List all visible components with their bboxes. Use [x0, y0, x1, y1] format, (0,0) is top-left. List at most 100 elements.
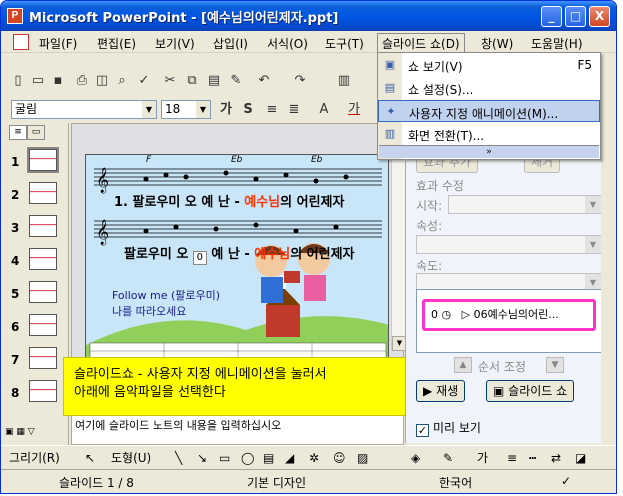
thumbnail-image[interactable]	[27, 147, 59, 173]
thumbnail-image[interactable]	[29, 347, 57, 369]
arrow-style-icon[interactable]: ⇄	[551, 450, 561, 467]
increase-font-icon[interactable]: A	[315, 101, 333, 119]
font-name-combo[interactable]: 굴림 ▼	[11, 100, 157, 119]
sorter-view-icon[interactable]: ▦	[16, 427, 25, 437]
thumbnail-image[interactable]	[29, 281, 57, 303]
slide-thumbnail[interactable]: 8	[1, 378, 67, 411]
menu-view[interactable]: 보기(V)	[151, 34, 199, 53]
slideshow-button[interactable]: ▣ 슬라이드 쇼	[486, 380, 575, 402]
title-bar[interactable]: P Microsoft PowerPoint - [예수님의어린제자.ppt] …	[1, 1, 616, 31]
outline-tab-icon[interactable]: ≡	[9, 125, 27, 140]
save-icon[interactable]: ▪	[49, 72, 67, 90]
line-style-icon[interactable]: ≡	[507, 450, 517, 467]
menu-item-setup-show[interactable]: ▤ 쇼 설정(S)...	[378, 77, 600, 99]
menu-item-custom-animation[interactable]: ✦ 사용자 지정 애니메이션(M)...	[378, 100, 600, 122]
thumbnail-image[interactable]	[29, 248, 57, 270]
menu-slideshow[interactable]: 슬라이드 쇼(D)	[377, 33, 465, 53]
menu-tools[interactable]: 도구(T)	[321, 34, 368, 53]
slideshow-view-icon[interactable]: ▽	[28, 427, 35, 437]
align-left-icon[interactable]: ≡	[263, 101, 281, 119]
spelling-icon[interactable]: ✓	[135, 72, 153, 90]
slide-thumbnail[interactable]: 7	[1, 345, 67, 378]
slide-thumbnail[interactable]: 4	[1, 246, 67, 279]
start-select[interactable]: ▼	[448, 195, 602, 214]
line-color-icon[interactable]: ✎	[443, 450, 453, 467]
maximize-button[interactable]: □	[565, 6, 586, 27]
slide-thumbnail[interactable]: 1	[1, 147, 67, 180]
minimize-button[interactable]: _	[541, 6, 562, 27]
move-down-icon[interactable]: ▼	[546, 357, 564, 373]
menu-insert[interactable]: 삽입(I)	[209, 34, 252, 53]
slide-canvas[interactable]: 𝄞 𝄞 F Eb Eb 1. 팔로우미 오 예 난 - 예수님의 어린제자 팔로…	[85, 154, 389, 384]
thumbnail-image[interactable]	[29, 380, 57, 402]
taskpane-scrollbar[interactable]	[601, 53, 616, 443]
property-select[interactable]: ▼	[416, 235, 602, 254]
thumbnail-image[interactable]	[29, 314, 57, 336]
font-color-button[interactable]: 가	[345, 101, 363, 119]
fill-color-icon[interactable]: ◈	[411, 450, 420, 467]
dash-style-icon[interactable]: ┅	[529, 450, 536, 467]
thumbnail-image[interactable]	[29, 182, 57, 204]
preview-icon[interactable]: ◫	[93, 72, 111, 90]
move-up-icon[interactable]: ▲	[454, 357, 472, 373]
copy-icon[interactable]: ⧉	[183, 72, 201, 90]
clipart-icon[interactable]: ☺	[333, 450, 346, 467]
slide-thumbnail[interactable]: 5	[1, 279, 67, 312]
slide-thumbnail[interactable]: 3	[1, 213, 67, 246]
chart-icon[interactable]: ▥	[335, 72, 353, 90]
slide-thumbnail[interactable]: 2	[1, 180, 67, 213]
redo-icon[interactable]: ↷	[291, 72, 309, 90]
menu-item-transition[interactable]: ▥ 화면 전환(T)...	[378, 123, 600, 145]
menu-file[interactable]: 파일(F)	[35, 34, 81, 53]
notes-pane[interactable]: 여기에 슬라이드 노트의 내용을 입력하십시오	[71, 413, 404, 445]
diagram-icon[interactable]: ✲	[309, 450, 319, 467]
chevron-down-icon[interactable]: ▼	[585, 196, 601, 213]
powerpoint-app-icon[interactable]: P	[7, 8, 23, 24]
new-icon[interactable]: ▯	[9, 72, 27, 90]
play-button[interactable]: ▶ 재생	[416, 380, 466, 402]
paste-icon[interactable]: ▤	[205, 72, 223, 90]
preview-checkbox[interactable]: ✓ 미리 보기	[416, 419, 481, 437]
sound-marker-icon[interactable]: 0	[192, 251, 207, 265]
font-size-combo[interactable]: 18 ▼	[161, 100, 211, 119]
checkbox-check-icon[interactable]: ✓	[416, 424, 429, 437]
chevron-down-icon[interactable]: ▼	[585, 236, 601, 253]
research-icon[interactable]: ⌕	[113, 72, 131, 90]
bold-button[interactable]: 가	[217, 101, 235, 119]
menu-format[interactable]: 서식(O)	[263, 34, 312, 53]
wordart-icon[interactable]: ◢	[285, 450, 294, 467]
select-pointer-icon[interactable]: ↖	[85, 450, 95, 467]
normal-view-icon[interactable]: ▣	[5, 427, 14, 437]
line-icon[interactable]: ╲	[175, 450, 182, 467]
animation-list[interactable]: 0 ◷ ▷ 06예수님의어린...	[416, 289, 602, 353]
document-icon[interactable]	[13, 34, 29, 50]
print-icon[interactable]: ⎙	[73, 72, 91, 90]
menu-help[interactable]: 도움말(H)	[527, 34, 587, 53]
picture-icon[interactable]: ▨	[357, 450, 368, 467]
slide-thumbnail[interactable]: 6	[1, 312, 67, 345]
expand-menu-icon[interactable]: »	[379, 145, 599, 158]
shadow-icon[interactable]: ◪	[575, 450, 586, 467]
close-button[interactable]: X	[589, 6, 610, 27]
menu-window[interactable]: 창(W)	[477, 34, 517, 53]
menu-edit[interactable]: 편집(E)	[93, 34, 140, 53]
shadow-button[interactable]: S	[239, 101, 257, 119]
cut-icon[interactable]: ✂	[161, 72, 179, 90]
format-painter-icon[interactable]: ✎	[227, 72, 245, 90]
open-icon[interactable]: ▭	[29, 72, 47, 90]
chevron-down-icon[interactable]: ▼	[142, 101, 156, 118]
rectangle-icon[interactable]: ▭	[219, 450, 230, 467]
undo-icon[interactable]: ↶	[255, 72, 273, 90]
chevron-down-icon[interactable]: ▼	[196, 101, 210, 118]
draw-menu-button[interactable]: 그리기(R)	[9, 450, 60, 467]
thumbnail-image[interactable]	[29, 215, 57, 237]
arrow-icon[interactable]: ↘	[197, 450, 207, 467]
font-color-icon[interactable]: 가	[477, 450, 488, 467]
menu-item-view-show[interactable]: ▣ 쇼 보기(V) F5	[378, 54, 600, 76]
ellipse-icon[interactable]: ◯	[241, 450, 254, 467]
slides-tab-icon[interactable]: ▭	[27, 125, 45, 140]
autoshape-menu-button[interactable]: 도형(U)	[111, 450, 151, 467]
textbox-icon[interactable]: ▤	[263, 450, 274, 467]
animation-list-item[interactable]: 0 ◷ ▷ 06예수님의어린...	[422, 299, 596, 331]
align-center-icon[interactable]: ≣	[285, 101, 303, 119]
